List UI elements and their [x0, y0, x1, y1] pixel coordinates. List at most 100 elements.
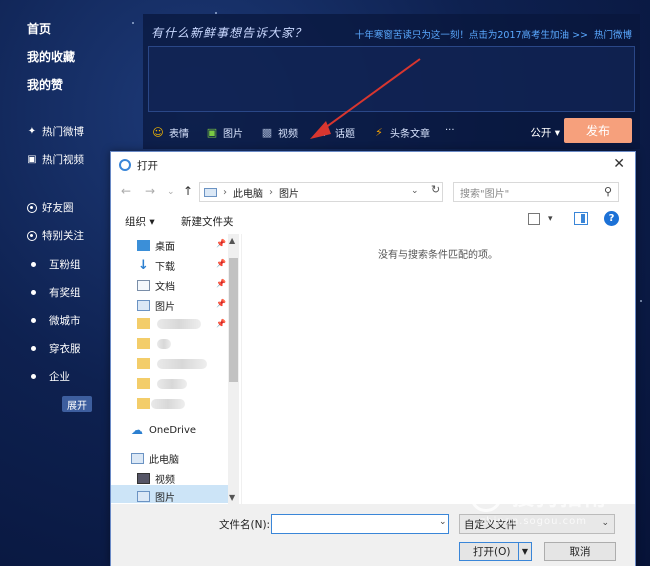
tree-item-this-pc[interactable]: 此电脑 [131, 451, 179, 466]
image-tool[interactable]: ▣ 图片 [205, 125, 243, 140]
nav-hot-weibo[interactable]: ✦ 热门微博 [27, 124, 84, 139]
open-button[interactable]: 打开(O) [459, 542, 519, 561]
breadcrumb-pictures[interactable]: 图片 [279, 185, 299, 200]
post-textarea[interactable] [148, 46, 635, 112]
filename-input[interactable] [271, 514, 449, 534]
video-tool[interactable]: ▩ 视频 [260, 125, 298, 140]
tree-item-pictures[interactable]: 图片 [137, 298, 175, 313]
download-icon: ↓ [138, 258, 149, 273]
hot-weibo-link[interactable]: 热门微博 [594, 27, 632, 41]
circle-icon [27, 230, 37, 241]
watermark-url: zhinan.sogou.com [480, 516, 588, 527]
address-dropdown-icon[interactable]: ⌄ [411, 186, 419, 196]
file-list-pane[interactable]: 没有与搜索条件匹配的项。 [241, 234, 631, 504]
circle-icon [27, 202, 37, 213]
chevron-down-icon[interactable]: ⌄ [439, 517, 447, 527]
visibility-select[interactable]: 公开 ▾ [530, 125, 560, 140]
nav-likes[interactable]: 我的赞 [27, 76, 63, 93]
breadcrumb-this-pc[interactable]: 此电脑 [233, 185, 263, 200]
folder-icon [137, 318, 150, 329]
nav-group-item[interactable]: 微城市 [31, 313, 81, 328]
nav-group-label: 有奖组 [49, 287, 81, 299]
sogou-logo-icon: S [470, 480, 502, 512]
more-tools[interactable]: ··· [445, 125, 455, 136]
tree-item-folder-blurred[interactable] [137, 358, 150, 369]
nav-friends-circle[interactable]: 好友圈 [27, 200, 74, 215]
tree-item-label: 桌面 [155, 242, 175, 253]
recent-chevron-icon[interactable]: ⌄ [167, 187, 175, 197]
blurred-label [157, 319, 201, 329]
organize-button[interactable]: 组织 ▾ [125, 214, 155, 229]
view-options-icon[interactable] [528, 213, 540, 225]
nav-group-item[interactable]: 企业 [31, 369, 70, 384]
tree-item-folder-blurred[interactable] [137, 398, 150, 409]
article-tool[interactable]: ⚡ 头条文章 [372, 125, 430, 140]
expand-button[interactable]: 展开 [62, 396, 92, 412]
folder-icon [137, 338, 150, 349]
topic-tool[interactable]: # 话题 [317, 125, 355, 140]
nav-group-item[interactable]: 穿衣服 [31, 341, 81, 356]
tree-item-pictures-selected[interactable]: 图片 [137, 489, 175, 504]
visibility-label: 公开 [530, 127, 552, 139]
chevron-down-icon[interactable]: ▾ [548, 214, 553, 224]
nav-hot-video[interactable]: ▣ 热门视频 [27, 152, 84, 167]
cancel-button[interactable]: 取消 [544, 542, 616, 561]
scroll-up-icon[interactable]: ▲ [229, 236, 235, 245]
tree-item-label: 视频 [155, 475, 175, 486]
tree-item-folder-blurred[interactable] [137, 338, 150, 349]
tree-item-folder-blurred[interactable] [137, 318, 150, 329]
empty-message: 没有与搜索条件匹配的项。 [378, 250, 498, 261]
tree-item-folder-blurred[interactable] [137, 378, 150, 389]
back-arrow-icon[interactable]: ← [121, 184, 131, 198]
watermark-text: 搜狗指南 [512, 486, 609, 511]
pin-icon: 📌 [216, 279, 226, 288]
dot-icon [31, 374, 36, 379]
computer-icon [204, 187, 217, 197]
nav-favorites[interactable]: 我的收藏 [27, 48, 75, 65]
pictures-icon [137, 491, 150, 502]
filename-label: 文件名(N): [219, 519, 271, 531]
tree-item-videos[interactable]: 视频 [137, 471, 175, 486]
blurred-label [157, 339, 171, 349]
blurred-label [157, 379, 187, 389]
address-bar[interactable]: › 此电脑 › 图片 [199, 182, 443, 202]
publish-button[interactable]: 发布 [564, 118, 632, 143]
pin-icon: 📌 [216, 299, 226, 308]
nav-special-follow[interactable]: 特别关注 [27, 228, 84, 243]
post-composer: 有什么新鲜事想告诉大家？ 十年寒窗苦读只为这一刻！点击为2017高考生加油 >>… [143, 14, 640, 149]
tree-item-label: 下载 [155, 262, 175, 273]
tree-item-onedrive[interactable]: ☁ OneDrive [131, 424, 196, 436]
dot-icon [31, 290, 36, 295]
dialog-footer: 文件名(N): ⌄ 自定义文件 ⌄ 打开(O) ▼ 取消 [111, 504, 635, 566]
forward-arrow-icon[interactable]: → [145, 184, 155, 198]
nav-group-item[interactable]: 有奖组 [31, 285, 81, 300]
smiley-icon: ☺ [152, 126, 164, 139]
blurred-label [151, 399, 185, 409]
navigation-scrollbar[interactable]: ▲ ▼ [228, 234, 239, 504]
preview-pane-icon[interactable] [574, 212, 588, 225]
pin-icon: 📌 [216, 319, 226, 328]
search-input[interactable]: 搜索"图片" ⚲ [453, 182, 619, 202]
composer-title: 有什么新鲜事想告诉大家？ [151, 26, 308, 40]
video-tool-label: 视频 [278, 129, 298, 140]
nav-home[interactable]: 首页 [27, 20, 51, 37]
nav-group-label: 企业 [49, 371, 70, 383]
promo-link[interactable]: 十年寒窗苦读只为这一刻！点击为2017高考生加油 >> [355, 27, 588, 41]
new-folder-button[interactable]: 新建文件夹 [181, 214, 234, 229]
help-icon[interactable]: ? [604, 211, 619, 226]
scroll-thumb[interactable] [229, 258, 238, 382]
tree-item-documents[interactable]: 文档 [137, 278, 175, 293]
video-folder-icon [137, 473, 150, 484]
emoji-tool[interactable]: ☺ 表情 [151, 125, 189, 140]
scroll-down-icon[interactable]: ▼ [229, 493, 235, 502]
tree-item-desktop[interactable]: 桌面 [137, 238, 175, 253]
tree-item-downloads[interactable]: ↓ 下载 [137, 258, 175, 273]
document-icon [137, 280, 150, 291]
up-arrow-icon[interactable]: ↑ [183, 184, 193, 198]
nav-group-item[interactable]: 互粉组 [31, 257, 81, 272]
open-split-dropdown-icon[interactable]: ▼ [518, 542, 532, 561]
refresh-icon[interactable]: ↻ [431, 183, 445, 199]
tree-item-label: 此电脑 [149, 455, 179, 466]
close-icon[interactable]: ✕ [613, 156, 625, 172]
folder-icon [137, 358, 150, 369]
